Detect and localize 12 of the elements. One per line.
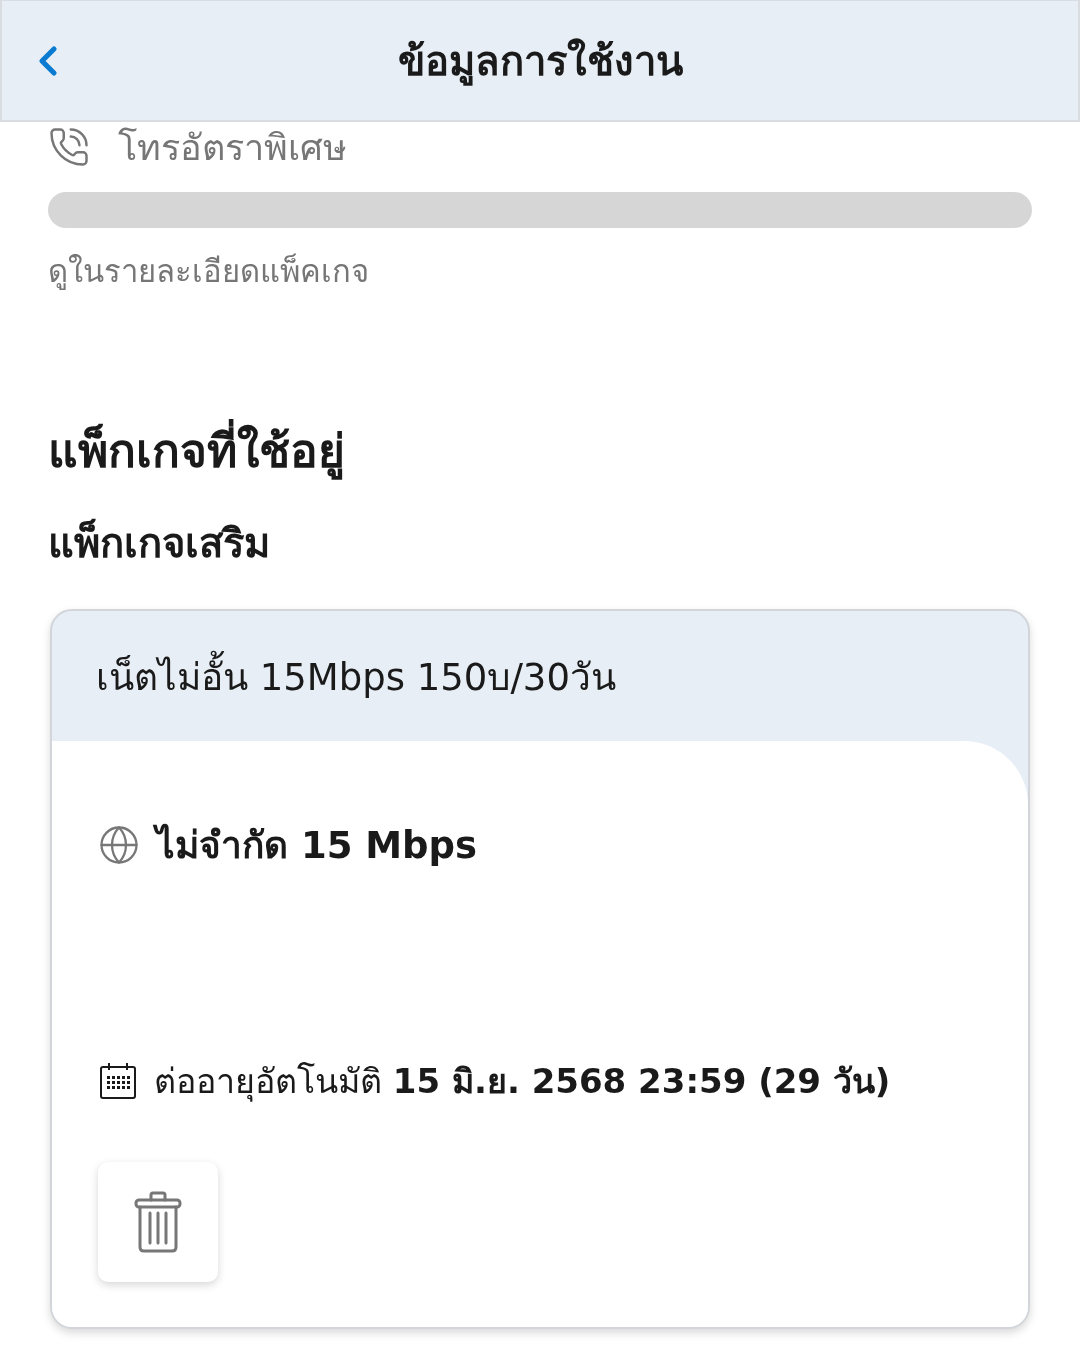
trash-icon: [134, 1191, 182, 1253]
subsection-title: แพ็กเกจเสริม: [48, 517, 270, 568]
page-title: ข้อมูลการใช้งาน: [397, 36, 683, 88]
usage-label: โทรอัตราพิเศษ: [118, 125, 347, 170]
delete-button[interactable]: [98, 1162, 218, 1282]
phone-icon: [48, 126, 90, 168]
section-title: แพ็กเกจที่ใช้อยู่: [48, 414, 345, 487]
calendar-icon: [98, 1061, 138, 1101]
package-name: เน็ตไม่อั้น 15Mbps 150บ/30วัน: [96, 646, 616, 706]
globe-icon: [98, 823, 140, 866]
renewal-text: ต่ออายุอัตโนมัติ 15 มิ.ย. 2568 23:59 (29 วัน): [154, 1060, 891, 1104]
usage-note: ดูในรายละเอียดแพ็คเกจ: [48, 252, 369, 292]
